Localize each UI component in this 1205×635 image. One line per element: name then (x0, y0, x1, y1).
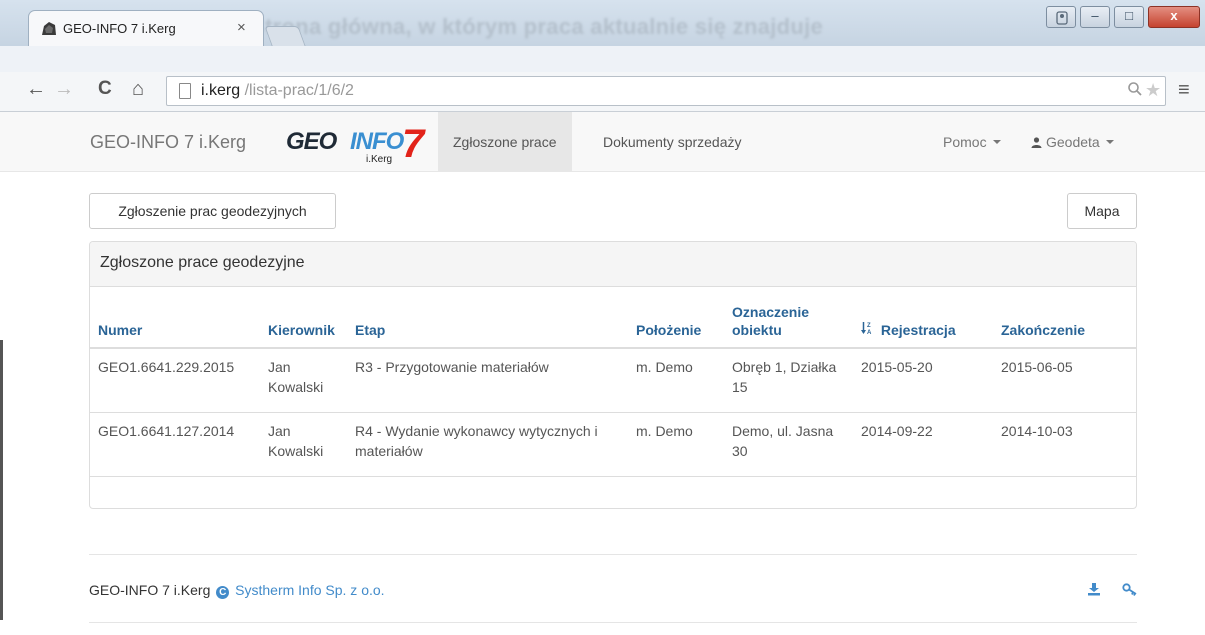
tab-close-icon[interactable]: × (237, 19, 246, 36)
help-label: Pomoc (943, 134, 987, 150)
close-window-button[interactable]: x (1148, 6, 1200, 28)
column-header-numer[interactable]: Numer (90, 287, 260, 349)
window-user-button[interactable] (1046, 6, 1076, 28)
key-icon[interactable] (1122, 582, 1138, 599)
browser-tab[interactable]: GEO-INFO 7 i.Kerg × (28, 10, 264, 46)
nav-item-zgloszone-prace[interactable]: Zgłoszone prace (438, 112, 572, 172)
browser-toolbar: ← → C ⌂ i.kerg /lista-prac/1/6/2 ★ ≡ (0, 72, 1205, 112)
app-navbar: GEO-INFO 7 i.Kerg GEO INFO 7 i.Kerg Zgło… (0, 112, 1205, 172)
close-icon: x (1170, 8, 1178, 23)
logo-kerg-text: i.Kerg (366, 154, 393, 165)
cell-etap: R4 - Wydanie wykonawcy wytycznych i mate… (347, 412, 628, 477)
nav-item-help[interactable]: Pomoc (928, 112, 1016, 172)
geo-info-logo[interactable]: GEO INFO 7 i.Kerg (286, 122, 426, 168)
company-link[interactable]: Systherm Info Sp. z o.o. (235, 582, 384, 598)
nav-item-user[interactable]: Geodeta (1016, 112, 1129, 172)
table-header-row: Numer Kierownik Etap Położenie Oznaczeni… (90, 287, 1136, 349)
browser-chrome: Strona główna, w którym praca aktualnie … (0, 0, 1205, 112)
nav-item-label: Zgłoszone prace (453, 134, 557, 150)
svg-text:Z: Z (867, 323, 871, 329)
logo-seven-text: 7 (402, 122, 425, 166)
back-icon[interactable]: ← (26, 79, 46, 99)
logo-geo-text: GEO (286, 128, 337, 155)
home-icon[interactable]: ⌂ (132, 79, 144, 99)
copyright-icon: C (216, 586, 230, 599)
cell-polozenie: m. Demo (628, 412, 724, 477)
chevron-down-icon (1105, 140, 1114, 144)
brand-name[interactable]: GEO-INFO 7 i.Kerg (90, 132, 246, 153)
nav-item-label: Dokumenty sprzedaży (603, 134, 742, 150)
footer-credits: GEO-INFO 7 i.Kerg C Systherm Info Sp. z … (89, 582, 385, 599)
footer-product-name: GEO-INFO 7 i.Kerg (89, 582, 211, 598)
chevron-down-icon (992, 140, 1001, 144)
user-label: Geodeta (1046, 134, 1100, 150)
cell-zakonczenie: 2015-06-05 (993, 348, 1136, 413)
new-survey-report-button[interactable]: Zgłoszenie prac geodezyjnych (89, 193, 336, 229)
cell-oznaczenie: Obręb 1, Działka 15 (724, 348, 853, 413)
column-header-zakonczenie[interactable]: Zakończenie (993, 287, 1136, 349)
forward-icon[interactable]: → (54, 79, 74, 99)
window-controls: – □ x (1046, 6, 1200, 28)
column-header-etap[interactable]: Etap (347, 287, 628, 349)
footer-divider (89, 554, 1137, 555)
footer-bottom-divider (89, 622, 1137, 623)
bookmark-star-icon[interactable]: ★ (1145, 80, 1161, 101)
tab-title: GEO-INFO 7 i.Kerg (63, 21, 176, 36)
cell-kierownik: Jan Kowalski (260, 412, 347, 477)
cell-kierownik: Jan Kowalski (260, 348, 347, 413)
cell-rejestracja: 2015-05-20 (853, 348, 993, 413)
url-text: i.kerg /lista-prac/1/6/2 (201, 82, 354, 99)
minimize-icon: – (1091, 8, 1099, 23)
background-window-title: Strona główna, w którym praca aktualnie … (250, 14, 824, 39)
cell-polozenie: m. Demo (628, 348, 724, 413)
nav-item-dokumenty-sprzedazy[interactable]: Dokumenty sprzedaży (588, 112, 757, 172)
table-empty-row (90, 476, 1136, 510)
table-row[interactable]: GEO1.6641.229.2015 Jan Kowalski R3 - Prz… (90, 348, 1136, 413)
cell-etap: R3 - Przygotowanie materiałów (347, 348, 628, 413)
menu-icon[interactable]: ≡ (1178, 80, 1190, 100)
sort-alpha-desc-icon: Z A (861, 322, 872, 335)
column-header-polozenie[interactable]: Położenie (628, 287, 724, 349)
title-bar: Strona główna, w którym praca aktualnie … (0, 0, 1205, 46)
minimize-button[interactable]: – (1080, 6, 1110, 28)
logo-info-text: INFO (350, 128, 404, 155)
search-icon[interactable] (1127, 81, 1143, 102)
address-bar[interactable]: i.kerg /lista-prac/1/6/2 ★ (166, 76, 1166, 106)
favicon-icon (42, 22, 56, 35)
cell-zakonczenie: 2014-10-03 (993, 412, 1136, 477)
reports-table: Numer Kierownik Etap Położenie Oznaczeni… (90, 287, 1136, 510)
page-icon (179, 83, 191, 99)
map-button[interactable]: Mapa (1067, 193, 1137, 229)
new-tab-button[interactable] (264, 26, 306, 46)
window-edge (0, 340, 3, 620)
reload-icon[interactable]: C (98, 79, 112, 99)
user-icon (1031, 136, 1042, 148)
download-icon[interactable] (1087, 582, 1101, 599)
cell-oznaczenie: Demo, ul. Jasna 30 (724, 412, 853, 477)
column-header-rejestracja[interactable]: Z A Rejestracja (853, 287, 993, 349)
maximize-icon: □ (1125, 8, 1133, 23)
cell-rejestracja: 2014-09-22 (853, 412, 993, 477)
maximize-button[interactable]: □ (1114, 6, 1144, 28)
column-header-kierownik[interactable]: Kierownik (260, 287, 347, 349)
svg-text:A: A (867, 330, 872, 335)
user-icon (1056, 11, 1068, 25)
reports-panel: Zgłoszone prace geodezyjne Numer Kierown… (89, 241, 1137, 509)
column-header-label: Rejestracja (880, 322, 956, 338)
cell-numer: GEO1.6641.229.2015 (90, 348, 260, 413)
table-row[interactable]: GEO1.6641.127.2014 Jan Kowalski R4 - Wyd… (90, 412, 1136, 477)
column-header-oznaczenie[interactable]: Oznaczenie obiektu (724, 287, 853, 349)
cell-numer: GEO1.6641.127.2014 (90, 412, 260, 477)
panel-title: Zgłoszone prace geodezyjne (90, 242, 1136, 287)
